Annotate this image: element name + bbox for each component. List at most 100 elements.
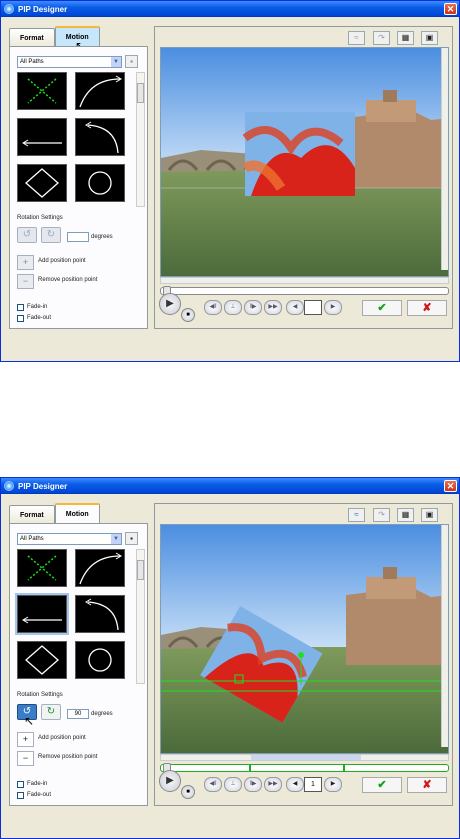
cancel-button[interactable]: ✘: [407, 300, 447, 316]
fade-out-label: Fade-out: [27, 315, 52, 321]
rotate-cw-button[interactable]: ↻: [41, 704, 61, 720]
frame-next-button[interactable]: ▶: [324, 300, 342, 315]
preview-horizontal-scrollbar[interactable]: [160, 277, 449, 284]
preview-panel: ≈ ↷ ▦ ▣: [154, 503, 453, 806]
degrees-input[interactable]: [67, 232, 89, 242]
path-tile-diamond[interactable]: [17, 164, 67, 202]
next-key-button[interactable]: ‖▶: [244, 300, 262, 315]
fade-out-checkbox[interactable]: [17, 792, 24, 799]
add-point-label: Add position point: [38, 258, 86, 264]
degrees-input[interactable]: 90: [67, 709, 89, 719]
cancel-button[interactable]: ✘: [407, 777, 447, 793]
playback-bar: ▶ ■ ◀‖ ⊥ ‖▶ ▶▶ ◀ ▶ ✔ ✘: [154, 290, 453, 330]
pip-designer-window-initial: PIP Designer ✕ Format Motion ↖ All Paths…: [0, 0, 460, 362]
save-path-button[interactable]: ▪: [125, 532, 138, 545]
path-tile-curve-up[interactable]: [75, 118, 125, 156]
path-tile-circle[interactable]: [75, 641, 125, 679]
path-tile-curve-up[interactable]: [75, 595, 125, 633]
tab-format[interactable]: Format: [9, 505, 55, 524]
line-left-path-icon: [22, 616, 62, 624]
preview-canvas[interactable]: [160, 524, 449, 754]
prev-key-button[interactable]: ◀‖: [204, 777, 222, 792]
next-key-button[interactable]: ‖▶: [244, 777, 262, 792]
path-tile-arc-right[interactable]: [75, 549, 125, 587]
stop-button[interactable]: ■: [181, 308, 195, 322]
preview-vertical-scrollbar[interactable]: [441, 525, 448, 747]
path-tile-circle[interactable]: [75, 164, 125, 202]
save-icon: ▪: [130, 534, 133, 543]
fade-out-label: Fade-out: [27, 792, 52, 798]
frame-next-button[interactable]: ▶: [324, 777, 342, 792]
fit-view-button[interactable]: ▣: [421, 31, 438, 45]
remove-point-button[interactable]: −: [17, 274, 34, 289]
path-tile-arc-right[interactable]: [75, 72, 125, 110]
stop-button[interactable]: ■: [181, 785, 195, 799]
remove-point-button[interactable]: −: [17, 751, 34, 766]
frame-number-field[interactable]: [304, 300, 322, 315]
path-tile-diamond[interactable]: [17, 641, 67, 679]
preview-canvas[interactable]: [160, 47, 449, 277]
path-tile-line-left[interactable]: [15, 593, 69, 635]
close-button[interactable]: ✕: [444, 480, 457, 492]
path-tile-cross[interactable]: [17, 549, 67, 587]
rotation-settings-heading: Rotation Settings: [17, 215, 63, 221]
rotate-ccw-icon: ↺: [22, 229, 32, 240]
path-tile-cross[interactable]: [17, 72, 67, 110]
fit-view-button[interactable]: ▣: [421, 508, 438, 522]
stop-icon: ■: [186, 312, 190, 318]
fade-in-checkbox[interactable]: [17, 781, 24, 788]
play-button[interactable]: ▶: [159, 293, 181, 315]
screen-icon: ▣: [425, 33, 434, 42]
cross-path-icon: [27, 555, 57, 581]
frame-prev-button[interactable]: ◀: [286, 300, 304, 315]
rotate-ccw-button[interactable]: ↺: [17, 227, 37, 243]
frame-number-field[interactable]: 1: [304, 777, 322, 792]
tab-strip: Format Motion: [9, 503, 100, 524]
title-bar: PIP Designer: [1, 1, 459, 17]
save-path-button[interactable]: ▪: [125, 55, 138, 68]
rotate-icon: ↷: [378, 33, 385, 42]
scene-image: [161, 525, 448, 753]
path-gallery-scrollbar[interactable]: [136, 549, 145, 684]
tab-motion[interactable]: Motion: [54, 503, 100, 524]
prev-key-button[interactable]: ◀‖: [204, 300, 222, 315]
path-mode-button[interactable]: ≈: [348, 508, 365, 522]
grid-icon: ▦: [401, 510, 410, 519]
frame-prev-button[interactable]: ◀: [286, 777, 304, 792]
rotate-mode-button[interactable]: ↷: [373, 31, 390, 45]
ok-button[interactable]: ✔: [362, 300, 402, 316]
preview-horizontal-scrollbar[interactable]: [160, 754, 449, 761]
rotate-cw-button[interactable]: ↻: [41, 227, 61, 243]
rotation-settings-heading: Rotation Settings: [17, 692, 63, 698]
fade-in-checkbox[interactable]: [17, 304, 24, 311]
close-button[interactable]: ✕: [444, 3, 457, 15]
play-button[interactable]: ▶: [159, 770, 181, 792]
path-category-value: All Paths: [20, 59, 44, 65]
preview-panel: ≈ ↷ ▦ ▣: [154, 26, 453, 329]
last-key-button[interactable]: ▶▶: [264, 777, 282, 792]
path-tile-line-left[interactable]: [17, 118, 67, 156]
tab-format[interactable]: Format: [9, 28, 55, 47]
path-category-select[interactable]: All Paths ▼: [17, 56, 122, 68]
circle-path-icon: [88, 648, 112, 672]
grid-toggle-button[interactable]: ▦: [397, 31, 414, 45]
key-point-button[interactable]: ⊥: [224, 300, 242, 315]
last-key-button[interactable]: ▶▶: [264, 300, 282, 315]
add-point-button[interactable]: +: [17, 732, 34, 747]
chevron-down-icon: ▼: [111, 57, 121, 67]
add-point-button[interactable]: +: [17, 255, 34, 270]
path-mode-button[interactable]: ≈: [348, 31, 365, 45]
path-category-select[interactable]: All Paths ▼: [17, 533, 122, 545]
rotate-mode-button[interactable]: ↷: [373, 508, 390, 522]
scrollbar-thumb[interactable]: [251, 755, 361, 760]
path-gallery: [15, 549, 136, 684]
fade-out-checkbox[interactable]: [17, 315, 24, 322]
grid-toggle-button[interactable]: ▦: [397, 508, 414, 522]
path-gallery-scrollbar[interactable]: [136, 72, 145, 207]
app-icon: [4, 481, 14, 491]
key-point-button[interactable]: ⊥: [224, 777, 242, 792]
ok-button[interactable]: ✔: [362, 777, 402, 793]
preview-vertical-scrollbar[interactable]: [441, 48, 448, 270]
cross-path-icon: [27, 78, 57, 104]
arc-right-path-icon: [79, 552, 122, 585]
